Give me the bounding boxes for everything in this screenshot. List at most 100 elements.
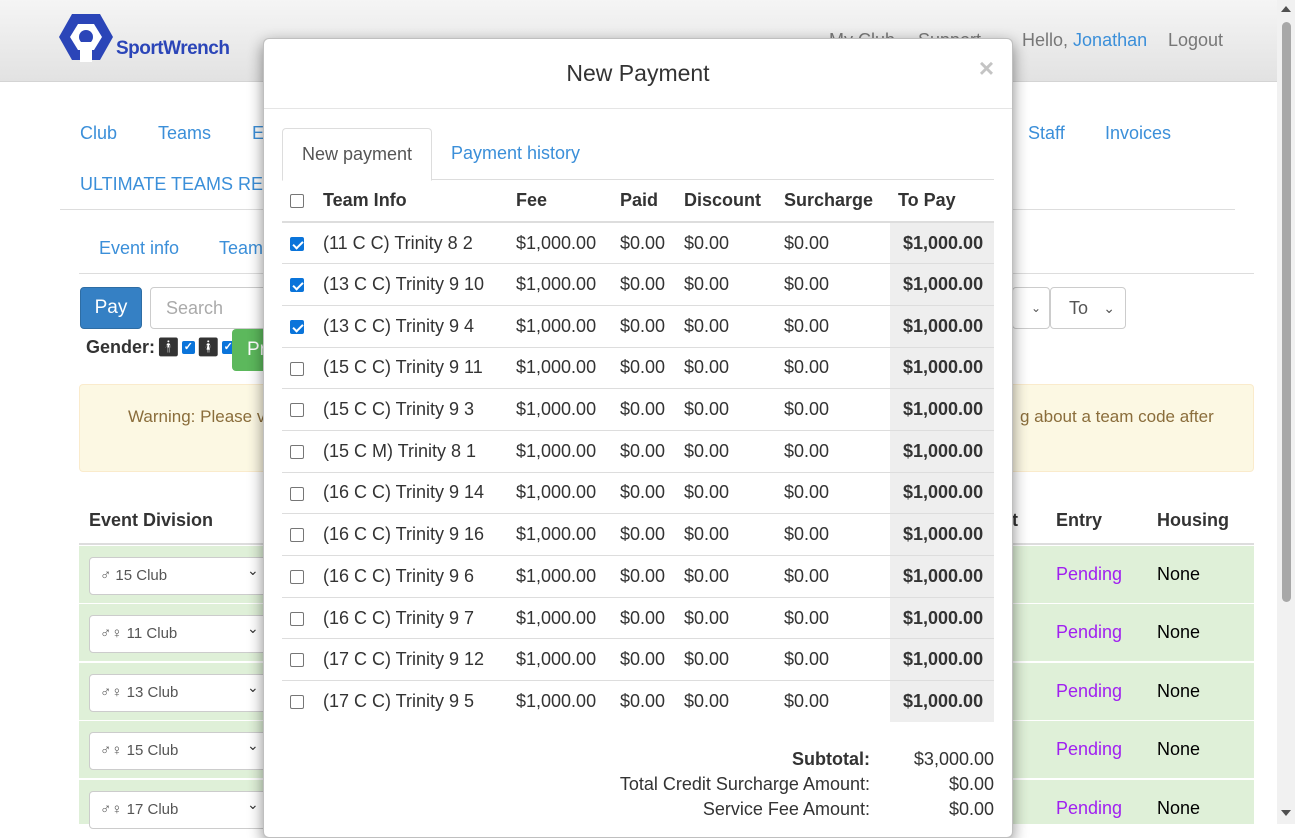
chevron-down-icon: ⌄ <box>247 737 259 753</box>
division-select[interactable]: ♂♀ 17 Club <box>89 791 269 829</box>
male-checkbox[interactable]: ✓ <box>181 341 195 354</box>
col-paid: Paid <box>612 180 676 223</box>
team-checkbox[interactable] <box>290 570 304 585</box>
row-checkbox-cell <box>282 680 315 723</box>
menu-ultimate-teams[interactable]: ULTIMATE TEAMS REF <box>80 174 274 195</box>
surcharge-value: $0.00 <box>776 513 890 556</box>
payment-totals: Subtotal: $3,000.00 Total Credit Surcharge… <box>554 749 994 824</box>
team-checkbox[interactable] <box>290 278 304 293</box>
chevron-down-icon: ⌄ <box>1103 299 1115 316</box>
total-row: Subtotal: $3,000.00 <box>554 749 994 774</box>
row-checkbox-cell <box>282 513 315 556</box>
division-select[interactable]: ♂♀ 11 Club <box>89 615 269 653</box>
row-checkbox-cell <box>282 429 315 473</box>
team-info: (13 C C) Trinity 9 10 <box>315 263 508 306</box>
to-select[interactable]: To ⌄ <box>1050 287 1126 329</box>
user-name-link[interactable]: Jonathan <box>1073 30 1147 50</box>
team-checkbox[interactable] <box>290 319 304 334</box>
surcharge-value: $0.00 <box>776 429 890 473</box>
paid-value: $0.00 <box>612 513 676 556</box>
payment-row: (16 C C) Trinity 9 6 $1,000.00 $0.00 $0.00 $… <box>282 555 994 598</box>
to-pay-value: $1,000.00 <box>890 680 994 723</box>
paid-value: $0.00 <box>612 346 676 389</box>
col-event-division: Event Division <box>89 510 214 530</box>
row-checkbox-cell <box>282 596 315 639</box>
team-checkbox[interactable] <box>290 528 304 543</box>
team-checkbox[interactable] <box>290 445 304 460</box>
surcharge-value: $0.00 <box>776 304 890 348</box>
table-header-row: Team Info Fee Paid Discount Surcharge To… <box>282 180 994 223</box>
team-checkbox[interactable] <box>290 486 304 501</box>
team-checkbox[interactable] <box>290 611 304 626</box>
sportwrench-logo[interactable]: SportWrench <box>58 12 230 62</box>
housing-status: None <box>1157 681 1201 701</box>
col-fee: Fee <box>508 180 612 223</box>
discount-value: $0.00 <box>676 638 776 681</box>
search-input[interactable]: Search <box>150 287 280 329</box>
division-select[interactable]: ♂♀ 15 Club <box>89 732 269 770</box>
greeting-text: Hello, <box>1022 30 1069 50</box>
to-pay-value: $1,000.00 <box>890 388 994 431</box>
surcharge-value: $0.00 <box>776 555 890 598</box>
surcharge-value: $0.00 <box>776 471 890 514</box>
payment-row: (16 C C) Trinity 9 7 $1,000.00 $0.00 $0.00 $… <box>282 596 994 639</box>
team-checkbox[interactable] <box>290 695 304 710</box>
logout-link[interactable]: Logout <box>1168 30 1223 51</box>
team-info: (17 C C) Trinity 9 5 <box>315 680 508 723</box>
fee-value: $1,000.00 <box>508 596 612 639</box>
team-checkbox[interactable] <box>290 361 304 376</box>
team-checkbox[interactable] <box>290 236 304 251</box>
tab-payment-history[interactable]: Payment history <box>432 128 599 180</box>
scroll-thumb[interactable] <box>1282 22 1291 602</box>
select-all-checkbox[interactable] <box>290 194 304 209</box>
menu-club[interactable]: Club <box>80 123 117 144</box>
team-info: (15 C M) Trinity 8 1 <box>315 429 508 473</box>
close-icon[interactable]: × <box>979 53 994 84</box>
fee-value: $1,000.00 <box>508 221 612 264</box>
col-to-pay: To Pay <box>890 180 994 223</box>
paid-value: $0.00 <box>612 638 676 681</box>
discount-value: $0.00 <box>676 346 776 389</box>
team-checkbox[interactable] <box>290 403 304 418</box>
row-checkbox-cell <box>282 555 315 598</box>
total-value: $0.00 <box>948 799 994 819</box>
total-label: Subtotal: <box>792 749 870 769</box>
menu-staff[interactable]: Staff <box>1028 123 1065 144</box>
pay-button[interactable]: Pay <box>80 287 142 329</box>
discount-value: $0.00 <box>676 388 776 431</box>
entry-status[interactable]: Pending <box>1056 681 1122 702</box>
male-icon: 🚹︎ <box>157 337 180 357</box>
scroll-down-icon[interactable] <box>1281 810 1291 816</box>
entry-status[interactable]: Pending <box>1056 739 1122 760</box>
discount-value: $0.00 <box>676 680 776 723</box>
fee-value: $1,000.00 <box>508 555 612 598</box>
team-checkbox[interactable] <box>290 653 304 668</box>
division-select[interactable]: ♂ 15 Club <box>89 557 269 595</box>
scroll-up-icon[interactable] <box>1281 6 1291 12</box>
to-pay-value: $1,000.00 <box>890 596 994 639</box>
payment-row: (11 C C) Trinity 8 2 $1,000.00 $0.00 $0.00 $… <box>282 221 994 264</box>
menu-invoices[interactable]: Invoices <box>1105 123 1171 144</box>
entry-status[interactable]: Pending <box>1056 798 1122 819</box>
payment-row: (16 C C) Trinity 9 14 $1,000.00 $0.00 $0.00… <box>282 471 994 514</box>
warning-text-right: g about a team code after <box>1020 407 1214 426</box>
entry-status[interactable]: Pending <box>1056 564 1122 585</box>
to-pay-value: $1,000.00 <box>890 555 994 598</box>
discount-value: $0.00 <box>676 471 776 514</box>
team-info: (15 C C) Trinity 9 3 <box>315 388 508 431</box>
page-scrollbar[interactable] <box>1277 0 1295 824</box>
discount-value: $0.00 <box>676 304 776 348</box>
tab-new-payment[interactable]: New payment <box>282 128 433 181</box>
row-checkbox-cell <box>282 221 315 264</box>
menu-teams[interactable]: Teams <box>158 123 211 144</box>
fee-value: $1,000.00 <box>508 513 612 556</box>
modal-header: New Payment × <box>264 39 1012 109</box>
filter-select[interactable]: ⌄ <box>1012 287 1050 329</box>
col-surcharge: Surcharge <box>776 180 890 223</box>
division-select[interactable]: ♂♀ 13 Club <box>89 674 269 712</box>
entry-status[interactable]: Pending <box>1056 622 1122 643</box>
tab-event-info[interactable]: Event info <box>99 238 179 259</box>
to-pay-value: $1,000.00 <box>890 221 994 264</box>
total-row: Total Credit Surcharge Amount: $0.00 <box>554 774 994 799</box>
surcharge-value: $0.00 <box>776 346 890 389</box>
